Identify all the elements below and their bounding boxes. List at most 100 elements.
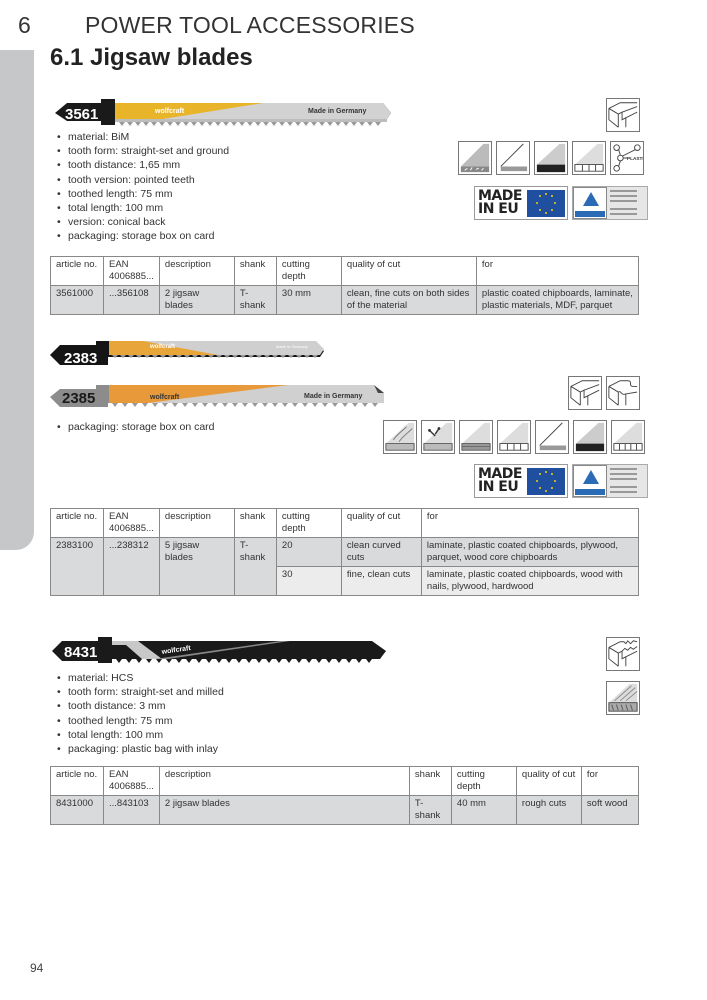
- table-row: 3561000 ...356108 2 jigsaw blades T-shan…: [50, 285, 640, 315]
- table-header-row: article no. EAN 4006885... description sh…: [50, 766, 640, 796]
- tuv-certification-badge: [572, 464, 648, 498]
- feature-item: tooth distance: 1,65 mm: [57, 158, 229, 172]
- header-quality: quality of cut: [340, 508, 422, 538]
- cell-ean: ...843103: [103, 795, 160, 825]
- cell-quality: clean curved cuts: [340, 537, 422, 567]
- blade-origin: Made in Germany: [276, 344, 308, 349]
- header-ean: EAN 4006885...: [103, 256, 160, 286]
- blade-origin: Made in Germany: [308, 108, 366, 115]
- header-quality: quality of cut: [515, 766, 582, 796]
- blade-image-2383: 2383 wolfcraft Made in Germany: [48, 337, 328, 369]
- header-cutting-depth: cutting depth: [275, 508, 342, 538]
- feature-list-3561: material: BiM tooth form: straight-set a…: [57, 130, 229, 244]
- blade-brand: wolfcraft: [154, 108, 185, 115]
- cell-description: 2 jigsaw blades: [158, 285, 235, 315]
- spec-table-2383: article no. EAN 4006885... description sh…: [50, 508, 640, 596]
- feature-item: tooth form: straight-set and milled: [57, 685, 224, 699]
- cell-shank: T-shank: [233, 537, 277, 596]
- laminate-icon: [496, 141, 530, 175]
- cell-quality: fine, clean cuts: [340, 566, 422, 596]
- page-number: 94: [30, 961, 44, 975]
- chipboard-icon: [458, 141, 492, 175]
- chapter-side-tab: [0, 50, 34, 550]
- blade-brand: wolfcraft: [149, 394, 180, 401]
- header-ean: EAN 4006885...: [103, 508, 160, 538]
- spec-table-3561: article no. EAN 4006885... description sh…: [50, 256, 640, 315]
- curved-cut-icon: [606, 376, 640, 410]
- feature-item: total length: 100 mm: [57, 728, 224, 742]
- feature-item: material: BiM: [57, 130, 229, 144]
- header-article: article no.: [50, 766, 104, 796]
- table-row: 8431000 ...843103 2 jigsaw blades T-shan…: [50, 795, 640, 825]
- feature-item: version: conical back: [57, 215, 229, 229]
- chapter-number: 6: [18, 12, 31, 38]
- feature-item: packaging: storage box on card: [57, 229, 229, 243]
- cell-article: 2383100: [50, 537, 104, 596]
- cell-article: 3561000: [50, 285, 104, 315]
- parquet-icon: [497, 420, 531, 454]
- cell-cutting-depth: 40 mm: [450, 795, 517, 825]
- spec-table-8431: article no. EAN 4006885... description sh…: [50, 766, 640, 825]
- feature-item: toothed length: 75 mm: [57, 714, 224, 728]
- header-article: article no.: [50, 508, 104, 538]
- blade-origin: Made in Germany: [304, 393, 362, 400]
- header-for: for: [580, 766, 640, 796]
- cell-shank: T-shank: [233, 285, 277, 315]
- header-article: article no.: [50, 256, 104, 286]
- wood-icon: [383, 420, 417, 454]
- feature-item: packaging: plastic bag with inlay: [57, 742, 224, 756]
- feature-item: packaging: storage box on card: [57, 420, 215, 434]
- cell-description: 2 jigsaw blades: [158, 795, 410, 825]
- made-in-eu-badge: MADE IN EU: [474, 464, 568, 498]
- wood-core-board-icon: [611, 420, 645, 454]
- straight-cut-icon: [568, 376, 602, 410]
- svg-text:PLASTIC: PLASTIC: [627, 156, 643, 161]
- header-cutting-depth: cutting depth: [275, 256, 342, 286]
- cell-for: plastic coated chipboards, laminate, pla…: [475, 285, 640, 315]
- header-description: description: [158, 766, 410, 796]
- cell-ean: ...356108: [103, 285, 160, 315]
- cell-for: laminate, plastic coated chipboards, ply…: [420, 537, 640, 567]
- blade-number: 8431: [64, 644, 97, 661]
- eu-flag-icon: [527, 467, 565, 495]
- table-header-row: article no. EAN 4006885... description sh…: [50, 256, 640, 286]
- header-cutting-depth: cutting depth: [450, 766, 517, 796]
- tuv-certification-badge: [572, 186, 648, 220]
- feature-item: total length: 100 mm: [57, 201, 229, 215]
- feature-list-2383: packaging: storage box on card: [57, 420, 215, 434]
- header-description: description: [158, 508, 235, 538]
- header-shank: shank: [408, 766, 452, 796]
- section-title: 6.1 Jigsaw blades: [50, 44, 253, 71]
- feature-item: tooth distance: 3 mm: [57, 699, 224, 713]
- cell-ean: ...238312: [103, 537, 160, 596]
- table-header-row: article no. EAN 4006885... description sh…: [50, 508, 640, 538]
- feature-item: tooth version: pointed teeth: [57, 173, 229, 187]
- wood-with-nails-icon: [421, 420, 455, 454]
- table-row: 2383100 ...238312 5 jigsaw blades T-shan…: [50, 537, 640, 596]
- feature-list-8431: material: HCS tooth form: straight-set a…: [57, 671, 224, 756]
- blade-brand: wolfcraft: [149, 344, 175, 350]
- tuv-logo-icon: [573, 465, 607, 497]
- plastic-icon: PLASTIC: [610, 141, 644, 175]
- blade-image-8431: 8431 wolfcraft: [50, 635, 390, 667]
- cell-cutting-depth: 20: [275, 537, 342, 567]
- header-for: for: [420, 508, 640, 538]
- straight-cut-icon: [606, 98, 640, 132]
- cell-shank: T-shank: [408, 795, 452, 825]
- header-quality: quality of cut: [340, 256, 477, 286]
- header-shank: shank: [233, 256, 277, 286]
- cell-for: soft wood: [580, 795, 640, 825]
- blade-number: 2383: [64, 350, 97, 367]
- cell-cutting-depth: 30: [275, 566, 342, 596]
- plywood-icon: [459, 420, 493, 454]
- feature-item: toothed length: 75 mm: [57, 187, 229, 201]
- cell-quality: clean, fine cuts on both sides of the ma…: [340, 285, 477, 315]
- cell-description: 5 jigsaw blades: [158, 537, 235, 596]
- tuv-logo-icon: [573, 187, 607, 219]
- header-ean: EAN 4006885...: [103, 766, 160, 796]
- softwood-icon: [606, 681, 640, 715]
- blade-number: 3561: [65, 106, 98, 123]
- made-in-eu-badge: MADE IN EU: [474, 186, 568, 220]
- eu-flag-icon: [527, 189, 565, 217]
- feature-item: material: HCS: [57, 671, 224, 685]
